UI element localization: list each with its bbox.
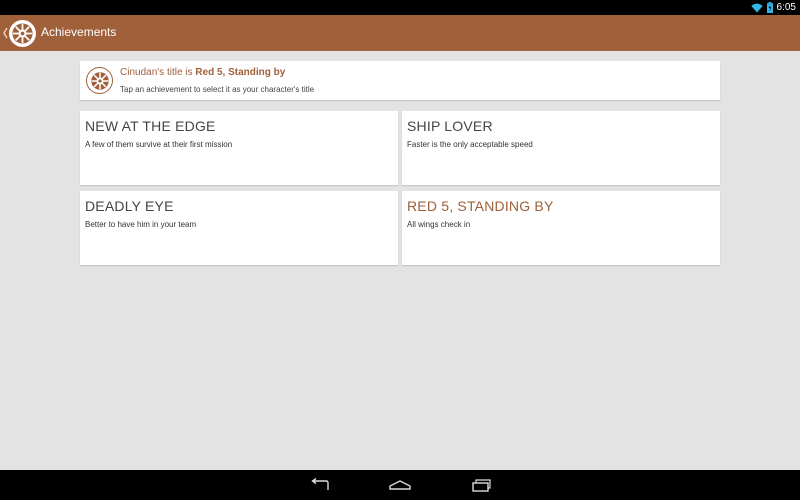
achievement-description: All wings check in [407, 220, 471, 229]
current-title-value: Red 5, Standing by [195, 67, 286, 78]
achievement-name: RED 5, STANDING BY [407, 198, 554, 214]
app-logo-icon[interactable] [9, 20, 36, 47]
achievement-card[interactable]: NEW AT THE EDGE A few of them survive at… [80, 111, 398, 185]
current-title-line: Cinudan's title is Red 5, Standing by [120, 67, 285, 78]
home-icon[interactable] [387, 476, 413, 494]
achievement-card[interactable]: DEADLY EYE Better to have him in your te… [80, 191, 398, 265]
achievement-description: Faster is the only acceptable speed [407, 140, 533, 149]
current-title-card: Cinudan's title is Red 5, Standing by Ta… [80, 61, 720, 100]
achievement-name: DEADLY EYE [85, 198, 174, 214]
recent-apps-icon[interactable] [467, 476, 493, 494]
achievement-card[interactable]: RED 5, STANDING BY All wings check in [402, 191, 720, 265]
page-title: Achievements [41, 25, 117, 39]
status-icons: 6:05 [750, 1, 796, 14]
achievement-card[interactable]: SHIP LOVER Faster is the only acceptable… [402, 111, 720, 185]
back-icon[interactable] [307, 476, 333, 494]
status-bar: 6:05 [0, 0, 800, 15]
achievement-name: NEW AT THE EDGE [85, 118, 216, 134]
achievement-description: A few of them survive at their first mis… [85, 140, 233, 149]
imperial-emblem-icon [86, 67, 113, 94]
current-title-prefix: Cinudan's title is [120, 67, 196, 78]
status-time: 6:05 [776, 2, 796, 13]
achievement-description: Better to have him in your team [85, 220, 197, 229]
achievement-name: SHIP LOVER [407, 118, 493, 134]
action-bar: Achievements [0, 15, 800, 51]
navigation-bar [0, 470, 800, 500]
current-title-hint: Tap an achievement to select it as your … [120, 85, 315, 94]
